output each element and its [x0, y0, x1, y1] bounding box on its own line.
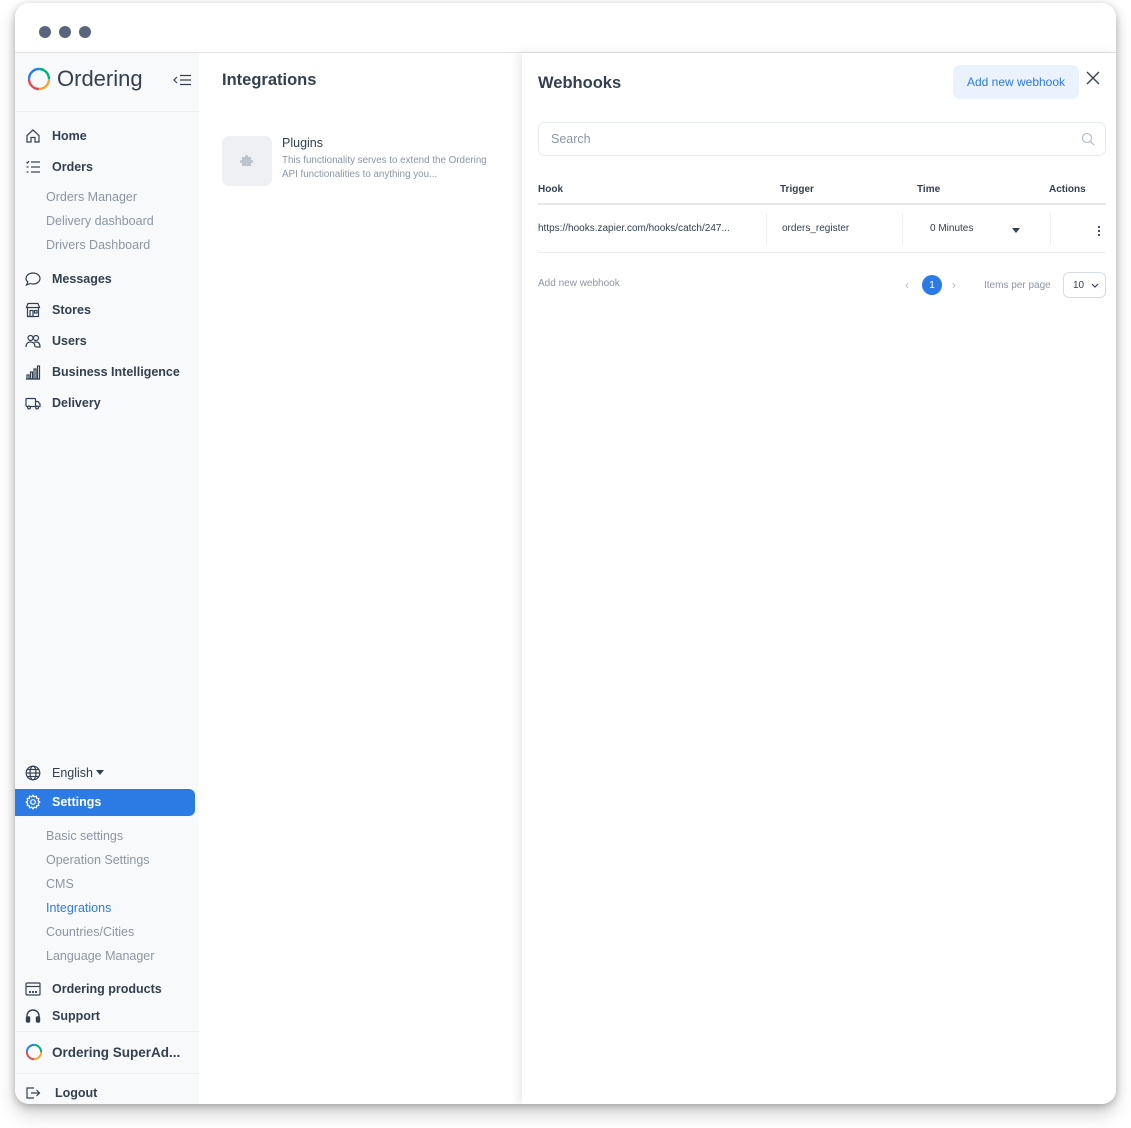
column-divider [902, 213, 903, 245]
sidebar-subitem-cms[interactable]: CMS [46, 877, 74, 891]
sidebar-subitem-delivery-dashboard[interactable]: Delivery dashboard [46, 214, 154, 228]
nav-item-stores[interactable]: Stores [15, 297, 199, 323]
column-header-hook: Hook [538, 184, 563, 195]
nav-item-label: Home [52, 129, 87, 143]
nav-item-settings[interactable]: Settings [15, 789, 199, 815]
close-icon[interactable] [1085, 70, 1101, 86]
nav-item-messages[interactable]: Messages [15, 266, 199, 292]
nav-item-label: Messages [52, 272, 112, 286]
brand-logo[interactable]: Ordering [27, 65, 143, 93]
window-titlebar [15, 3, 1116, 53]
pagination-next-icon[interactable]: › [952, 278, 956, 292]
brand-name: Ordering [57, 66, 143, 91]
logout-icon [25, 1085, 41, 1101]
window-control-dot[interactable] [79, 26, 91, 38]
column-header-time: Time [917, 184, 941, 195]
headset-icon [25, 1008, 41, 1024]
add-new-webhook-link[interactable]: Add new webhook [538, 278, 620, 289]
nav-item-label: Orders [52, 160, 93, 174]
list-icon [25, 159, 41, 175]
bar-chart-icon [25, 364, 41, 380]
ordering-logo-icon [27, 67, 51, 91]
home-icon [25, 128, 41, 144]
plugin-card-icon[interactable] [222, 136, 272, 186]
user-name: Ordering SuperAd... [52, 1044, 181, 1060]
time-select[interactable]: 0 Minutes [930, 223, 973, 234]
browser-window-icon [25, 981, 41, 997]
column-header-actions: Actions [1049, 184, 1086, 195]
trigger-cell: orders_register [782, 223, 850, 234]
column-divider [766, 213, 767, 245]
column-divider [1050, 213, 1051, 245]
sidebar-subitem-countries-cities[interactable]: Countries/Cities [46, 925, 134, 939]
nav-item-label: Business Intelligence [52, 365, 180, 379]
webhooks-panel: Webhooks Add new webhook Search Hook Tri… [522, 53, 1116, 1104]
sidebar-subitem-language-manager[interactable]: Language Manager [46, 949, 154, 963]
column-header-trigger: Trigger [780, 184, 814, 195]
nav-item-label: Settings [52, 795, 102, 809]
nav-item-label: Delivery [52, 396, 101, 410]
search-input[interactable]: Search [538, 122, 1106, 156]
pagination-prev-icon[interactable]: ‹ [905, 278, 909, 292]
sidebar-subitem-drivers-dashboard[interactable]: Drivers Dashboard [46, 238, 150, 252]
sidebar-subitem-basic-settings[interactable]: Basic settings [46, 829, 123, 843]
panel-title: Webhooks [538, 74, 622, 92]
nav-item-label: Logout [55, 1086, 98, 1100]
puzzle-icon [239, 154, 254, 166]
sidebar: Ordering Home Orders Orders Manager Deli… [15, 53, 199, 1104]
nav-item-label: Users [52, 334, 87, 348]
globe-icon [25, 765, 41, 781]
main-content: Integrations Plugins This functionality … [199, 53, 522, 1104]
store-icon [25, 302, 41, 318]
nav-item-business-intelligence[interactable]: Business Intelligence [15, 359, 199, 385]
window-control-dot[interactable] [39, 26, 51, 38]
users-icon [25, 333, 41, 349]
collapse-sidebar-icon[interactable] [172, 72, 192, 88]
items-per-page-value: 10 [1073, 280, 1085, 291]
hook-url-cell: https://hooks.zapier.com/hooks/catch/247… [538, 223, 730, 234]
nav-item-label: Stores [52, 303, 91, 317]
user-profile-item[interactable]: Ordering SuperAd... [15, 1039, 199, 1065]
caret-down-icon [96, 770, 104, 775]
plugin-card-title[interactable]: Plugins [282, 136, 323, 150]
chevron-down-icon [1091, 283, 1099, 288]
search-placeholder: Search [551, 132, 591, 146]
language-selector[interactable]: English [15, 760, 199, 786]
caret-down-icon[interactable] [1012, 228, 1020, 233]
items-per-page-label: Items per page [984, 280, 1051, 291]
nav-item-home[interactable]: Home [15, 123, 199, 149]
divider [15, 1031, 199, 1032]
plugin-card-description: This functionality serves to extend the … [282, 155, 487, 180]
sidebar-subitem-integrations[interactable]: Integrations [46, 901, 111, 915]
nav-item-delivery[interactable]: Delivery [15, 390, 199, 416]
nav-item-support[interactable]: Support [15, 1003, 199, 1029]
chat-icon [25, 271, 41, 287]
items-per-page-select[interactable]: 10 [1063, 272, 1106, 298]
gear-icon [25, 794, 41, 810]
pagination-current-page[interactable]: 1 [922, 275, 942, 295]
page-title: Integrations [222, 71, 317, 89]
table-row: https://hooks.zapier.com/hooks/catch/247… [538, 205, 1106, 253]
more-actions-icon[interactable] [1097, 225, 1101, 237]
window-control-dot[interactable] [59, 26, 71, 38]
search-icon [1081, 132, 1095, 146]
divider [15, 111, 199, 112]
logout-button[interactable]: Logout [15, 1080, 199, 1104]
nav-item-label: Ordering products [52, 982, 162, 996]
nav-item-orders[interactable]: Orders [15, 154, 199, 180]
add-new-webhook-button[interactable]: Add new webhook [953, 65, 1079, 99]
app-window: Ordering Home Orders Orders Manager Deli… [15, 3, 1116, 1104]
nav-item-label: Support [52, 1009, 100, 1023]
truck-icon [25, 395, 41, 411]
user-avatar-icon [25, 1043, 43, 1061]
sidebar-subitem-orders-manager[interactable]: Orders Manager [46, 190, 137, 204]
nav-item-users[interactable]: Users [15, 328, 199, 354]
divider [15, 1073, 199, 1074]
nav-item-ordering-products[interactable]: Ordering products [15, 976, 199, 1002]
sidebar-subitem-operation-settings[interactable]: Operation Settings [46, 853, 150, 867]
language-label: English [52, 766, 93, 780]
